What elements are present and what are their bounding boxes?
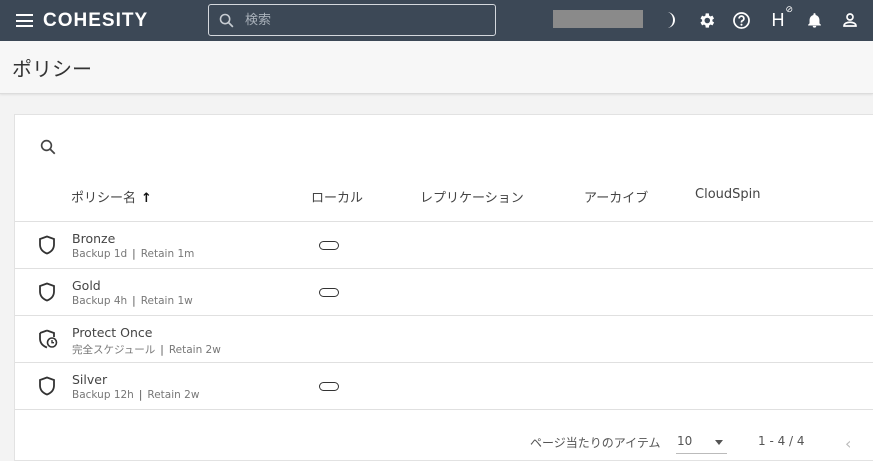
policy-name[interactable]: Protect Once [72, 325, 153, 340]
notifications-bell-icon[interactable] [804, 10, 824, 30]
dropdown-caret-icon [715, 440, 723, 445]
policy-backup-frequency: Backup 1d [72, 248, 128, 260]
policy-retention: Retain 1w [140, 295, 193, 307]
policy-retention: Retain 1m [140, 248, 195, 260]
policy-name[interactable]: Silver [72, 372, 107, 387]
shield-clock-icon [39, 329, 58, 349]
table-row[interactable]: Protect Once 完全スケジュール | Retain 2w [15, 316, 873, 363]
helios-status-icon[interactable]: H ⊘ [768, 5, 794, 30]
settings-gear-icon[interactable] [696, 10, 716, 30]
user-account-icon[interactable] [840, 10, 860, 30]
policy-backup-frequency: 完全スケジュール [72, 344, 156, 356]
redacted-cluster-name [553, 10, 643, 28]
shield-icon [39, 282, 55, 302]
local-snapshot-pill-icon [319, 288, 339, 297]
local-snapshot-pill-icon [319, 241, 339, 250]
policy-name[interactable]: Bronze [72, 231, 115, 246]
shield-icon [39, 235, 55, 255]
table-row[interactable]: Bronze Backup 1d | Retain 1m [15, 222, 873, 269]
items-per-page-label: ページ当たりのアイテム [530, 436, 661, 450]
shield-icon [39, 376, 55, 396]
table-paginator: ページ当たりのアイテム 10 1 - 4 / 4 ‹ [15, 421, 873, 461]
global-search-box[interactable] [208, 4, 496, 36]
column-header-policy-name-label: ポリシー名 [71, 191, 137, 206]
table-row[interactable]: Silver Backup 12h | Retain 2w [15, 363, 873, 410]
items-per-page-value: 10 [677, 434, 693, 448]
local-snapshot-pill-icon [319, 382, 339, 391]
policy-backup-frequency: Backup 4h [72, 295, 128, 307]
global-search-input[interactable] [245, 10, 485, 30]
items-per-page-select[interactable]: 10 [676, 432, 727, 454]
column-header-local[interactable]: ローカル [311, 187, 363, 206]
column-header-policy-name[interactable]: ポリシー名 ↑ [71, 187, 152, 206]
page-title: ポリシー [12, 57, 92, 81]
policies-card: ポリシー名 ↑ ローカル レプリケーション アーカイブ CloudSpin Bro… [14, 114, 873, 461]
table-header-row: ポリシー名 ↑ ローカル レプリケーション アーカイブ CloudSpin [15, 181, 873, 222]
policy-schedule-summary: 完全スケジュール | Retain 2w [72, 344, 221, 356]
helios-h-label: H [771, 9, 785, 30]
previous-page-chevron-icon[interactable]: ‹ [845, 434, 851, 453]
column-header-archive[interactable]: アーカイブ [584, 187, 648, 206]
policy-retention: Retain 2w [147, 389, 200, 401]
help-question-icon[interactable] [731, 10, 751, 30]
policy-retention: Retain 2w [168, 344, 221, 356]
policy-schedule-summary: Backup 1d | Retain 1m [72, 248, 195, 260]
policy-schedule-summary: Backup 12h | Retain 2w [72, 389, 200, 401]
page-range-label: 1 - 4 / 4 [758, 434, 805, 448]
search-icon [219, 13, 234, 28]
column-header-cloudspin[interactable]: CloudSpin [695, 187, 761, 202]
hamburger-menu-icon[interactable] [16, 14, 33, 27]
page-header: ポリシー [0, 41, 873, 94]
top-navigation-bar: COHESITY H ⊘ [0, 0, 873, 41]
dark-mode-moon-icon[interactable] [660, 10, 680, 30]
table-row[interactable]: Gold Backup 4h | Retain 1w [15, 269, 873, 316]
helios-disconnected-badge: ⊘ [785, 5, 793, 15]
brand-logo[interactable]: COHESITY [43, 10, 148, 32]
sort-ascending-arrow-icon: ↑ [141, 191, 152, 206]
policy-schedule-summary: Backup 4h | Retain 1w [72, 295, 193, 307]
policy-backup-frequency: Backup 12h [72, 389, 134, 401]
table-search-icon[interactable] [39, 138, 57, 160]
policy-name[interactable]: Gold [72, 278, 101, 293]
column-header-replication[interactable]: レプリケーション [420, 187, 524, 206]
